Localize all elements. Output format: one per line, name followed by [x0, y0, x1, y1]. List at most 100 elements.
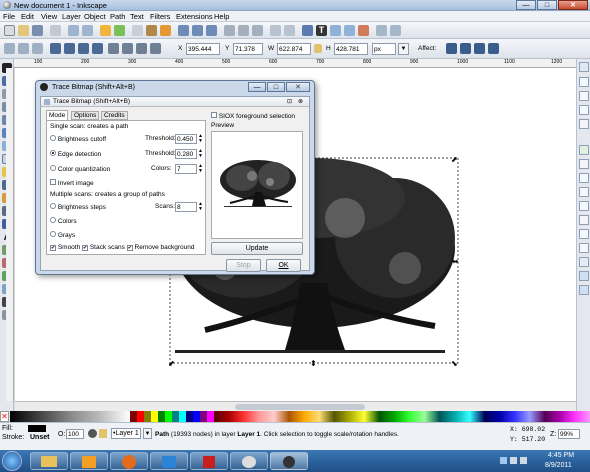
import-icon[interactable]	[68, 25, 79, 36]
undo-icon[interactable]	[100, 25, 111, 36]
snap-toggle-icon[interactable]	[579, 62, 589, 72]
snap-page-icon[interactable]	[579, 257, 589, 267]
menu-object[interactable]: Object	[84, 12, 106, 21]
menu-help[interactable]: Help	[214, 12, 229, 21]
dialog-close-button[interactable]: ✕	[286, 82, 310, 92]
snap-bbox-corner-icon[interactable]	[579, 105, 589, 115]
app-taskbar-icon[interactable]	[150, 452, 188, 470]
opacity-field[interactable]: 100	[66, 429, 84, 439]
explorer-taskbar-icon[interactable]	[30, 452, 68, 470]
colors-option[interactable]: Colors	[50, 217, 77, 225]
menu-file[interactable]: File	[3, 12, 15, 21]
stroke-value[interactable]: Unset	[30, 434, 49, 441]
brightness-threshold-field[interactable]: 0.450	[175, 134, 197, 144]
dock-close-icon[interactable]: ⊗	[298, 98, 303, 105]
copy-icon[interactable]	[132, 25, 143, 36]
snap-grid-icon[interactable]	[579, 271, 589, 281]
align-distribute-icon[interactable]	[344, 25, 355, 36]
menu-edit[interactable]: Edit	[21, 12, 34, 21]
swatch-maroon[interactable]	[130, 411, 137, 422]
select-all-icon[interactable]	[4, 43, 15, 54]
network-icon[interactable]	[510, 457, 517, 464]
scale-corners-icon[interactable]	[460, 43, 471, 54]
flip-vertical-icon[interactable]	[92, 43, 103, 54]
deselect-icon[interactable]	[32, 43, 43, 54]
tab-credits[interactable]: Credits	[101, 111, 128, 120]
scale-stroke-icon[interactable]	[446, 43, 457, 54]
volume-icon[interactable]	[520, 457, 527, 464]
paste-icon[interactable]	[146, 25, 157, 36]
swatch-blue[interactable]	[193, 411, 200, 422]
lock-icon[interactable]	[390, 25, 401, 36]
save-icon[interactable]	[32, 25, 43, 36]
invert-image-checkbox[interactable]	[50, 179, 56, 185]
zoom-page-icon[interactable]	[206, 25, 217, 36]
start-button-icon[interactable]	[2, 451, 22, 471]
menu-path[interactable]: Path	[110, 12, 125, 21]
menu-view[interactable]: View	[41, 12, 57, 21]
transform-gradients-icon[interactable]	[474, 43, 485, 54]
ok-button[interactable]: OK	[266, 259, 301, 272]
colors-count-field[interactable]: 7	[175, 164, 197, 174]
firefox-taskbar-icon[interactable]	[110, 452, 148, 470]
handle-ne[interactable]: ⬈	[451, 155, 458, 164]
snap-bbox-edge-icon[interactable]	[579, 91, 589, 101]
snap-intersection-icon[interactable]	[579, 173, 589, 183]
snap-bbox-icon[interactable]	[579, 77, 589, 87]
swatch-lime[interactable]	[165, 411, 172, 422]
inkscape-taskbar-icon[interactable]	[270, 452, 308, 470]
h-field[interactable]: 428.781	[334, 43, 368, 55]
dialog-maximize-button[interactable]: □	[267, 82, 285, 92]
invert-image-option[interactable]: Invert image	[50, 179, 94, 187]
lower-icon[interactable]	[136, 43, 147, 54]
transform-patterns-icon[interactable]	[488, 43, 499, 54]
raise-icon[interactable]	[122, 43, 133, 54]
redo-icon[interactable]	[114, 25, 125, 36]
snap-guide-icon[interactable]	[579, 285, 589, 295]
handle-s[interactable]: ⬍	[310, 359, 317, 368]
menu-extensions[interactable]: Extensions	[176, 12, 213, 21]
gray-swatches[interactable]	[10, 411, 130, 422]
snap-cusp-icon[interactable]	[579, 187, 589, 197]
handle-e[interactable]: ⬌	[452, 257, 459, 266]
text-font-icon[interactable]: T	[316, 25, 327, 36]
x-field[interactable]: 395.444	[186, 43, 220, 55]
lock-proportions-icon[interactable]	[314, 44, 322, 53]
close-button[interactable]: ✕	[558, 0, 588, 10]
y-field[interactable]: 71.378	[233, 43, 263, 55]
edge-detection-radio[interactable]	[50, 150, 56, 156]
minimize-button[interactable]: —	[516, 0, 536, 10]
flip-horizontal-icon[interactable]	[78, 43, 89, 54]
open-icon[interactable]	[18, 25, 29, 36]
new-document-icon[interactable]	[4, 25, 15, 36]
cut-icon[interactable]	[160, 25, 171, 36]
duplicate-icon[interactable]	[224, 25, 235, 36]
app2-taskbar-icon[interactable]	[230, 452, 268, 470]
swatch-teal[interactable]	[172, 411, 179, 422]
color-swatches[interactable]	[214, 411, 590, 422]
tab-options[interactable]: Options	[71, 111, 100, 120]
stack-scans-checkbox[interactable]: ✔	[82, 245, 89, 251]
snap-path-icon[interactable]	[579, 159, 589, 169]
swatch-magenta[interactable]	[207, 411, 214, 422]
edge-threshold-spin-icon[interactable]: ▲ ▼	[198, 149, 203, 159]
outlook-taskbar-icon[interactable]	[70, 452, 108, 470]
document-properties-icon[interactable]	[376, 25, 387, 36]
export-icon[interactable]	[82, 25, 93, 36]
horizontal-scrollbar[interactable]	[15, 401, 576, 411]
snap-rotation-center-icon[interactable]	[579, 243, 589, 253]
handle-sw[interactable]: ⬋	[168, 359, 175, 368]
zoom-selection-icon[interactable]	[178, 25, 189, 36]
swatch-purple[interactable]	[200, 411, 207, 422]
tray-icon[interactable]	[500, 457, 507, 464]
layer-select[interactable]: •Layer 1	[111, 428, 141, 439]
dock-menu-icon[interactable]: ⊡	[287, 98, 292, 105]
group-icon[interactable]	[270, 25, 281, 36]
grays-option[interactable]: Grays	[50, 231, 75, 239]
menu-layer[interactable]: Layer	[62, 12, 81, 21]
brightness-threshold-spin-icon[interactable]: ▲ ▼	[198, 134, 203, 144]
edge-detection-option[interactable]: Edge detection	[50, 150, 101, 158]
fill-stroke-icon[interactable]	[302, 25, 313, 36]
scrollbar-thumb[interactable]	[235, 404, 365, 410]
unit-dropdown-icon[interactable]: ▼	[398, 43, 409, 55]
